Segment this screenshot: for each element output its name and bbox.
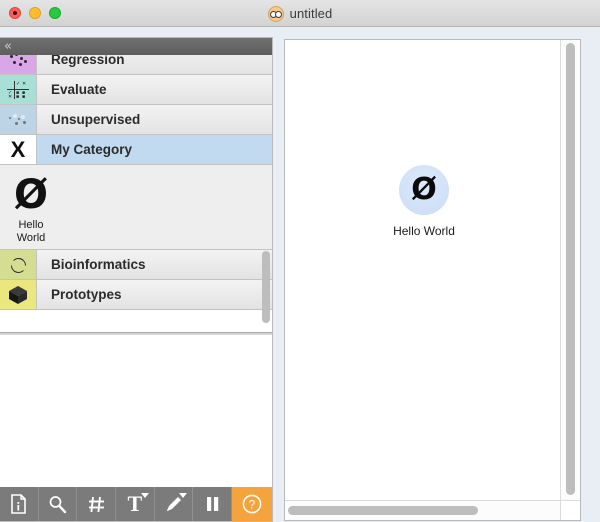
svg-text:?: ? — [249, 500, 255, 512]
dock-header: « — [0, 38, 272, 55]
title-group: untitled — [0, 0, 600, 27]
scrollbar-corner — [560, 500, 580, 520]
dock-toolbar: T ? — [0, 487, 273, 521]
info-document-icon[interactable] — [0, 487, 39, 521]
letter-x-icon: X — [0, 135, 36, 164]
widget-label-line1: Hello — [18, 219, 44, 231]
widget-toolbox-dock: « Regression ✓ ✕ ✓ ✕ ■ ■ ■ ■ Evaluate Un… — [0, 37, 273, 522]
category-label: My Category — [36, 135, 272, 164]
category-row-prototypes[interactable]: Prototypes — [0, 280, 272, 310]
pencil-tool-icon[interactable] — [155, 487, 194, 521]
nerd-face-icon — [267, 5, 284, 22]
node-label: Hello World — [393, 224, 455, 238]
widget-item-hello-world[interactable]: Ø Hello World — [0, 171, 62, 245]
application-window: untitled « Regression ✓ ✕ ✓ ✕ ■ ■ ■ ■ Ev… — [0, 0, 600, 522]
canvas-vertical-scrollbar-thumb[interactable] — [566, 43, 575, 495]
help-question-icon[interactable]: ? — [232, 487, 273, 521]
canvas-vertical-scrollbar[interactable] — [560, 40, 580, 502]
scatter-dots-icon — [0, 55, 36, 74]
hello-world-node-icon: Ø — [411, 172, 437, 207]
node-icon-circle: Ø — [399, 165, 449, 215]
close-button[interactable] — [9, 7, 21, 19]
grid-hash-icon[interactable] — [77, 487, 117, 521]
window-controls — [0, 7, 61, 19]
collapse-dock-button[interactable]: « — [4, 40, 12, 53]
title-bar: untitled — [0, 0, 600, 27]
category-row-evaluate[interactable]: ✓ ✕ ✓ ✕ ■ ■ ■ ■ Evaluate — [0, 75, 272, 105]
cluster-dots-icon — [0, 105, 36, 134]
text-tool-icon[interactable]: T — [116, 487, 155, 521]
category-label: Prototypes — [36, 280, 272, 309]
pause-icon[interactable] — [193, 487, 233, 521]
category-label: Regression — [36, 55, 272, 74]
toolbox-scrollbar-thumb[interactable] — [262, 251, 270, 323]
confusion-grid-icon: ✓ ✕ ✓ ✕ ■ ■ ■ ■ — [0, 75, 36, 104]
widget-grid-panel: Ø Hello World — [0, 165, 272, 250]
window-body: « Regression ✓ ✕ ✓ ✕ ■ ■ ■ ■ Evaluate Un… — [0, 27, 600, 522]
category-toolbox: Regression ✓ ✕ ✓ ✕ ■ ■ ■ ■ Evaluate Unsu… — [0, 55, 272, 333]
widget-item-label: Hello World — [17, 219, 46, 245]
widget-description-panel — [0, 333, 272, 487]
search-icon[interactable] — [39, 487, 78, 521]
category-label: Unsupervised — [36, 105, 272, 134]
canvas-node-hello-world[interactable]: Ø Hello World — [377, 165, 471, 238]
category-row-my-category[interactable]: X My Category — [0, 135, 272, 165]
cube-box-icon — [0, 280, 36, 309]
category-label: Bioinformatics — [36, 250, 272, 279]
canvas-horizontal-scrollbar[interactable] — [285, 500, 562, 520]
chevron-down-icon — [179, 493, 188, 498]
category-label: Evaluate — [36, 75, 272, 104]
category-row-unsupervised[interactable]: Unsupervised — [0, 105, 272, 135]
category-row-bioinformatics[interactable]: Bioinformatics — [0, 250, 272, 280]
zoom-button[interactable] — [49, 7, 61, 19]
category-row-regression[interactable]: Regression — [0, 55, 272, 75]
canvas-scene[interactable]: Ø Hello World — [285, 40, 562, 502]
hello-world-widget-icon: Ø — [13, 172, 48, 218]
workflow-canvas[interactable]: Ø Hello World — [284, 39, 581, 521]
dna-helix-icon — [0, 250, 36, 279]
widget-label-line2: World — [16, 232, 46, 244]
canvas-horizontal-scrollbar-thumb[interactable] — [288, 506, 478, 515]
window-title: untitled — [289, 6, 333, 21]
minimize-button[interactable] — [29, 7, 41, 19]
chevron-down-icon — [140, 493, 149, 498]
